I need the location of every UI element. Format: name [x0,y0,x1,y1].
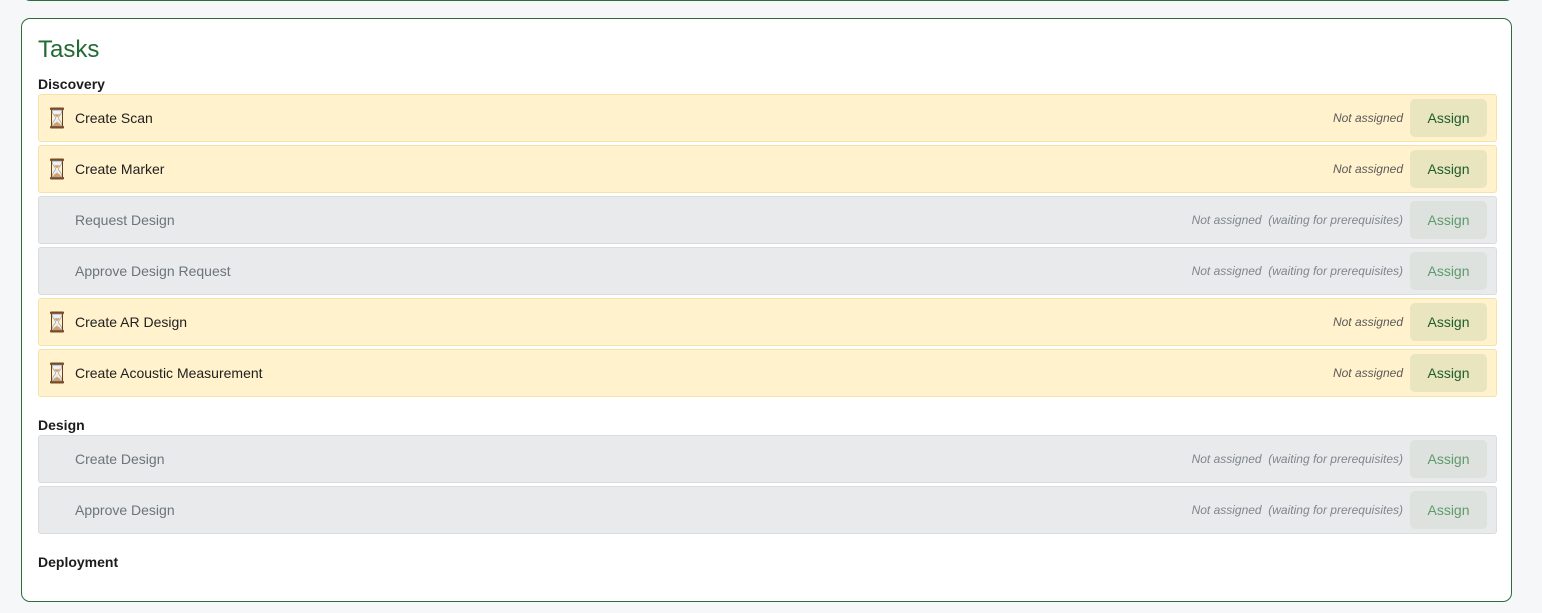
task-name: Create Scan [75,110,153,126]
tasks-panel: Tasks Discovery Create Scan Not assigned… [21,18,1512,602]
section-title-deployment: Deployment [38,554,119,570]
task-status: Not assigned [1332,162,1403,176]
task-status: Not assigned (waiting for prerequisites) [1191,503,1403,517]
task-status: Not assigned (waiting for prerequisites) [1191,452,1403,466]
task-status: Not assigned [1332,315,1403,329]
hourglass-icon [49,311,65,333]
section-title-discovery: Discovery [38,76,105,92]
task-row: Create AR Design Not assigned Assign [38,298,1497,346]
assign-button[interactable]: Assign [1410,440,1487,478]
task-name: Create Design [75,451,165,467]
task-name: Create Acoustic Measurement [75,365,263,381]
assign-button[interactable]: Assign [1410,201,1487,239]
assign-button[interactable]: Assign [1410,303,1487,341]
task-name: Create Marker [75,161,165,177]
task-status: Not assigned (waiting for prerequisites) [1191,264,1403,278]
task-status: Not assigned [1332,366,1403,380]
assign-button[interactable]: Assign [1410,150,1487,188]
assign-button[interactable]: Assign [1410,354,1487,392]
task-row: Create Design Not assigned (waiting for … [38,435,1497,483]
assign-button[interactable]: Assign [1410,252,1487,290]
task-status: Not assigned (waiting for prerequisites) [1191,213,1403,227]
assign-button[interactable]: Assign [1410,491,1487,529]
hourglass-icon [49,107,65,129]
hourglass-icon [49,362,65,384]
assign-button[interactable]: Assign [1410,99,1487,137]
panel-title: Tasks [38,36,100,63]
task-row: Create Acoustic Measurement Not assigned… [38,349,1497,397]
task-status: Not assigned [1332,111,1403,125]
task-row: Create Scan Not assigned Assign [38,94,1497,142]
task-name: Approve Design [75,502,175,518]
task-row: Create Marker Not assigned Assign [38,145,1497,193]
task-name: Request Design [75,212,175,228]
hourglass-icon [49,158,65,180]
section-title-design: Design [38,417,85,433]
task-row: Approve Design Not assigned (waiting for… [38,486,1497,534]
task-name: Create AR Design [75,314,188,330]
task-row: Approve Design Request Not assigned (wai… [38,247,1497,295]
task-name: Approve Design Request [75,263,231,279]
task-row: Request Design Not assigned (waiting for… [38,196,1497,244]
previous-panel [22,0,1514,1]
